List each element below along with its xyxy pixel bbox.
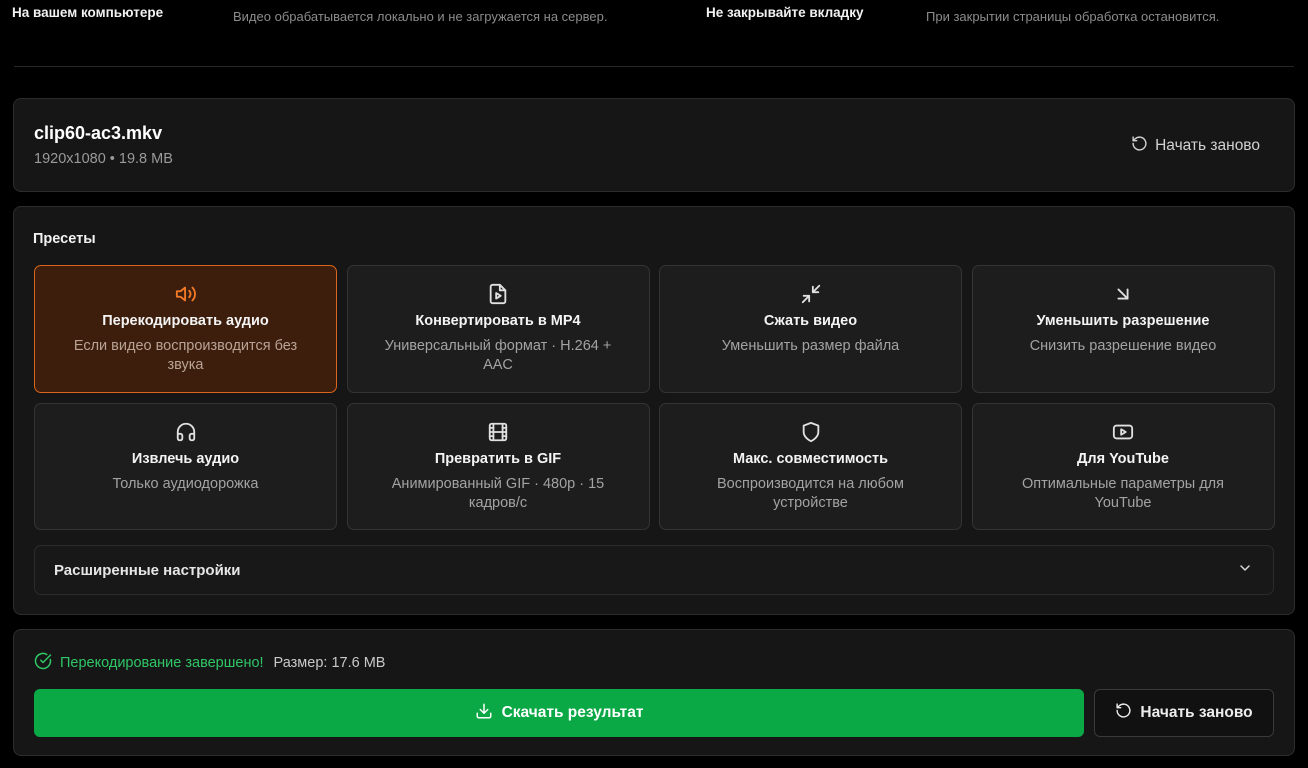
info-title-local: На вашем компьютере xyxy=(12,5,164,20)
presets-title: Пресеты xyxy=(33,231,96,247)
preset-desc: Оптимальные параметры для YouTube xyxy=(1022,476,1224,511)
preset-title: Сжать видео xyxy=(763,313,858,329)
shield-icon xyxy=(799,420,823,444)
advanced-settings-label: Расширенные настройки xyxy=(54,561,241,579)
preset-desc: Воспроизводится на любом устройстве xyxy=(717,476,904,511)
preset-desc: Анимированный GIF · 480p · 15 кадров/с xyxy=(391,476,605,511)
info-strip: На вашем компьютере Видео обрабатывается… xyxy=(0,0,1308,67)
preset-title: Конвертировать в MP4 xyxy=(415,313,581,329)
advanced-settings-toggle[interactable]: Расширенные настройки xyxy=(34,545,1274,595)
preset-desc: Универсальный формат · H.264 + AAC xyxy=(384,338,612,373)
preset-convert-mp4[interactable]: Конвертировать в MP4 Универсальный форма… xyxy=(346,265,650,393)
info-title-keep-tab: Не закрывайте вкладку xyxy=(706,5,864,20)
preset-desc: Только аудиодорожка xyxy=(112,476,259,492)
film-icon xyxy=(486,420,510,444)
preset-reencode-audio[interactable]: Перекодировать аудио Если видео воспроиз… xyxy=(34,265,337,393)
restart-button[interactable]: Начать заново xyxy=(1094,689,1274,737)
status-text: Перекодирование завершено! xyxy=(60,655,264,671)
preset-desc: Уменьшить размер файла xyxy=(721,338,900,354)
status-line: Перекодирование завершено! Размер: 17.6 … xyxy=(34,652,385,674)
chevron-down-icon xyxy=(1237,560,1253,581)
rotate-ccw-icon xyxy=(1131,135,1148,157)
result-size: Размер: 17.6 MB xyxy=(273,655,386,671)
restart-link[interactable]: Начать заново xyxy=(1131,135,1260,157)
preset-title: Уменьшить разрешение xyxy=(1036,313,1210,329)
preset-max-compatibility[interactable]: Макс. совместимость Воспроизводится на л… xyxy=(659,403,962,530)
headphones-icon xyxy=(174,420,198,444)
info-desc-local: Видео обрабатывается локально и не загру… xyxy=(233,9,608,24)
file-name: clip60-ac3.mkv xyxy=(34,123,163,143)
file-video-icon xyxy=(486,282,510,306)
preset-desc: Снизить разрешение видео xyxy=(1029,338,1217,354)
preset-title: Для YouTube xyxy=(1077,451,1169,467)
file-card: clip60-ac3.mkv 1920x1080 • 19.8 MB Начат… xyxy=(13,98,1295,192)
arrow-down-right-icon xyxy=(1111,282,1135,306)
restart-button-label: Начать заново xyxy=(1140,704,1253,721)
preset-desc: Если видео воспроизводится без звука xyxy=(73,338,298,373)
rotate-ccw-icon xyxy=(1115,702,1132,724)
preset-youtube[interactable]: Для YouTube Оптимальные параметры для Yo… xyxy=(971,403,1275,530)
preset-make-gif[interactable]: Превратить в GIF Анимированный GIF · 480… xyxy=(346,403,650,530)
file-meta: 1920x1080 • 19.8 MB xyxy=(34,151,173,167)
download-button[interactable]: Скачать результат xyxy=(34,689,1084,737)
preset-title: Превратить в GIF xyxy=(434,451,562,467)
preset-grid: Перекодировать аудио Если видео воспроиз… xyxy=(34,265,1275,530)
download-icon xyxy=(475,702,493,725)
info-desc-keep-tab: При закрытии страницы обработка останови… xyxy=(926,9,1220,24)
speaker-icon xyxy=(174,282,198,306)
preset-title: Макс. совместимость xyxy=(732,451,889,467)
preset-title: Извлечь аудио xyxy=(131,451,240,467)
download-button-label: Скачать результат xyxy=(501,704,644,721)
youtube-icon xyxy=(1111,420,1135,444)
divider xyxy=(14,66,1294,67)
presets-card: Пресеты Перекодировать аудио Если видео … xyxy=(13,206,1295,615)
result-card: Перекодирование завершено! Размер: 17.6 … xyxy=(13,629,1295,756)
preset-title: Перекодировать аудио xyxy=(102,313,269,329)
restart-link-label: Начать заново xyxy=(1155,137,1260,154)
preset-compress-video[interactable]: Сжать видео Уменьшить размер файла xyxy=(659,265,962,393)
minimize-arrows-icon xyxy=(799,282,823,306)
preset-reduce-resolution[interactable]: Уменьшить разрешение Снизить разрешение … xyxy=(971,265,1275,393)
preset-extract-audio[interactable]: Извлечь аудио Только аудиодорожка xyxy=(34,403,337,530)
check-circle-icon xyxy=(34,652,52,674)
